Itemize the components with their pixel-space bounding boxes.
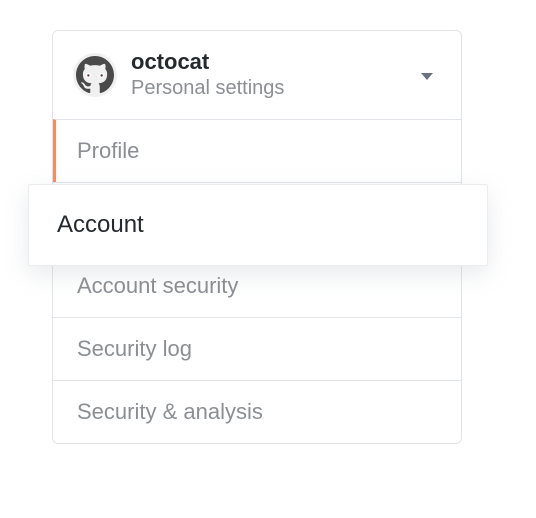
chevron-down-icon[interactable] <box>421 73 433 80</box>
sidebar-item-label: Profile <box>77 138 139 163</box>
sidebar-item-label: Security & analysis <box>77 399 263 424</box>
subtitle: Personal settings <box>131 75 441 101</box>
avatar <box>73 53 117 97</box>
sidebar-item-label: Security log <box>77 336 192 361</box>
username: octocat <box>131 49 441 75</box>
sidebar-item-security-log[interactable]: Security log <box>53 317 461 380</box>
header-text: octocat Personal settings <box>131 49 441 101</box>
sidebar-item-account[interactable]: Account <box>28 184 488 266</box>
sidebar-item-label: Account <box>57 211 144 238</box>
sidebar-header[interactable]: octocat Personal settings <box>53 31 461 119</box>
sidebar-item-profile[interactable]: Profile <box>53 119 461 182</box>
sidebar-item-security-analysis[interactable]: Security & analysis <box>53 380 461 443</box>
sidebar-item-label: Account security <box>77 273 238 298</box>
octocat-icon <box>76 56 114 94</box>
